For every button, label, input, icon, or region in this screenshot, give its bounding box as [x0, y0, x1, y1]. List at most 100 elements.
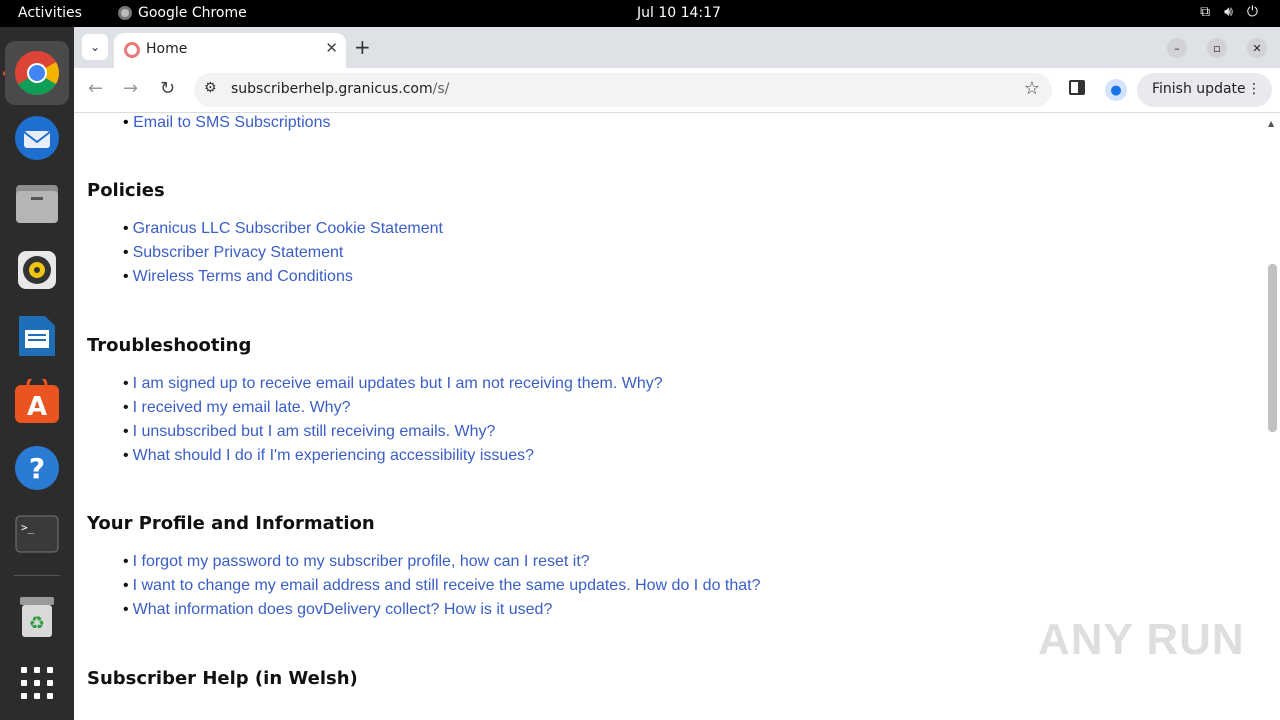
- browser-toolbar: ← → ↻ ⚙ subscriberhelp.granicus.com/s/ ☆…: [74, 68, 1280, 113]
- section-heading: Troubleshooting: [87, 335, 252, 356]
- section-troubleshooting: Troubleshooting • I am signed up to recei…: [87, 335, 663, 471]
- back-button[interactable]: ←: [88, 78, 103, 99]
- link-info-collected[interactable]: What information does govDelivery collec…: [133, 601, 553, 618]
- tab-home[interactable]: Home ✕: [114, 33, 346, 68]
- list-item: • I unsubscribed but I am still receiving…: [123, 423, 663, 447]
- thunderbird-icon: [15, 116, 59, 160]
- list-item: • What should I do if I'm experiencing ac…: [123, 447, 663, 471]
- tab-title: Home: [146, 41, 188, 57]
- list-item: • Subscriber Privacy Statement: [123, 244, 443, 268]
- dock-rhythmbox[interactable]: [5, 238, 69, 302]
- minimize-button[interactable]: –: [1167, 38, 1187, 58]
- bullet: •: [123, 114, 129, 131]
- url-host: subscriberhelp.granicus.com: [231, 81, 433, 97]
- trash-icon: ♻: [20, 597, 54, 637]
- system-tray[interactable]: ⧉ 🔊︎ ⏻: [1200, 4, 1258, 20]
- help-icon: ?: [15, 446, 59, 490]
- svg-text:♻: ♻: [29, 613, 45, 634]
- bullet: •: [123, 577, 129, 594]
- bullet: •: [123, 601, 129, 618]
- svg-text:>_: >_: [21, 521, 35, 534]
- minimize-icon: –: [1174, 41, 1180, 55]
- app-grid-icon: [21, 667, 53, 699]
- list-item: • I want to change my email address and s…: [123, 577, 761, 601]
- volume-icon: 🔊︎: [1224, 4, 1233, 20]
- bullet: •: [123, 375, 129, 392]
- link-not-receiving[interactable]: I am signed up to receive email updates …: [133, 375, 663, 392]
- maximize-icon: ▫: [1213, 41, 1221, 55]
- bullet: •: [123, 423, 129, 440]
- activities-button[interactable]: Activities: [18, 5, 82, 21]
- bullet: •: [123, 399, 129, 416]
- app-menu[interactable]: Google Chrome: [118, 5, 247, 21]
- close-window-button[interactable]: ✕: [1247, 38, 1267, 58]
- section-welsh: Subscriber Help (in Welsh): [87, 668, 358, 689]
- link-forgot-password[interactable]: I forgot my password to my subscriber pr…: [133, 553, 590, 570]
- finish-update-button[interactable]: Finish update ⋮: [1137, 73, 1272, 107]
- svg-text:A: A: [27, 392, 47, 422]
- scroll-thumb[interactable]: [1268, 264, 1277, 432]
- forward-button[interactable]: →: [123, 78, 138, 99]
- list-item: • I am signed up to receive email updates…: [123, 375, 663, 399]
- bullet: •: [123, 447, 129, 464]
- dock-files[interactable]: [5, 172, 69, 236]
- reload-button[interactable]: ↻: [160, 78, 175, 99]
- close-icon[interactable]: ✕: [325, 39, 338, 57]
- chrome-icon: [15, 51, 59, 95]
- new-tab-button[interactable]: +: [354, 35, 371, 59]
- dock-help[interactable]: ?: [5, 436, 69, 500]
- dock-app-center[interactable]: A: [5, 370, 69, 434]
- link-change-email[interactable]: I want to change my email address and st…: [133, 577, 761, 594]
- gnome-top-bar: Activities Google Chrome Jul 10 14:17 ⧉ …: [0, 0, 1280, 27]
- dock-terminal[interactable]: >_: [5, 502, 69, 566]
- maximize-button[interactable]: ▫: [1207, 38, 1227, 58]
- tab-strip: ⌄ Home ✕ + – ▫ ✕: [74, 27, 1280, 68]
- files-icon: [16, 185, 58, 223]
- section-profile: Your Profile and Information • I forgot m…: [87, 513, 761, 625]
- finish-update-label: Finish update: [1152, 81, 1246, 97]
- writer-icon: [19, 316, 55, 356]
- bullet: •: [123, 268, 129, 285]
- dock-app-grid[interactable]: [5, 651, 69, 715]
- app-center-icon: A: [15, 379, 59, 423]
- dock-trash[interactable]: ♻: [5, 585, 69, 649]
- dock-thunderbird[interactable]: [5, 106, 69, 170]
- terminal-icon: >_: [15, 515, 59, 553]
- app-name: Google Chrome: [138, 5, 247, 21]
- link-cookie-statement[interactable]: Granicus LLC Subscriber Cookie Statement: [133, 220, 443, 237]
- dock: A ? >_ ♻: [0, 27, 74, 720]
- list-item: • Wireless Terms and Conditions: [123, 268, 443, 292]
- link-wireless-terms[interactable]: Wireless Terms and Conditions: [133, 268, 353, 285]
- bullet: •: [123, 220, 129, 237]
- chrome-small-icon: [118, 6, 132, 20]
- scroll-up-icon[interactable]: ▲: [1268, 119, 1274, 128]
- watermark: ANY RUN: [1038, 615, 1245, 664]
- dock-separator: [14, 575, 60, 576]
- bullet: •: [123, 244, 129, 261]
- list-item: • I forgot my password to my subscriber p…: [123, 553, 761, 577]
- dock-writer[interactable]: [5, 304, 69, 368]
- list-item: • Granicus LLC Subscriber Cookie Statemen…: [123, 220, 443, 244]
- clock[interactable]: Jul 10 14:17: [637, 5, 721, 21]
- page-scrollbar[interactable]: ▲: [1265, 114, 1280, 720]
- section-policies: Policies • Granicus LLC Subscriber Cookie…: [87, 180, 443, 292]
- tab-search-button[interactable]: ⌄: [82, 34, 108, 60]
- profile-icon[interactable]: ●: [1105, 79, 1127, 101]
- bookmark-star-icon[interactable]: ☆: [1024, 78, 1040, 99]
- section-heading: Your Profile and Information: [87, 513, 375, 534]
- address-bar[interactable]: ⚙ subscriberhelp.granicus.com/s/ ☆: [194, 73, 1052, 107]
- network-icon: ⧉: [1200, 4, 1211, 20]
- side-panel-icon[interactable]: [1069, 80, 1085, 95]
- link-accessibility[interactable]: What should I do if I'm experiencing acc…: [133, 447, 534, 464]
- chevron-down-icon: ⌄: [89, 40, 101, 54]
- dock-chrome[interactable]: [5, 41, 69, 105]
- link-still-receiving[interactable]: I unsubscribed but I am still receiving …: [133, 423, 496, 440]
- link-email-to-sms[interactable]: Email to SMS Subscriptions: [133, 114, 330, 131]
- section-heading: Policies: [87, 180, 165, 201]
- link-privacy-statement[interactable]: Subscriber Privacy Statement: [133, 244, 344, 261]
- power-icon: ⏻: [1246, 4, 1258, 20]
- link-email-late[interactable]: I received my email late. Why?: [133, 399, 351, 416]
- site-info-icon[interactable]: ⚙: [204, 80, 217, 96]
- url-path: /s/: [432, 81, 450, 97]
- list-item: • I received my email late. Why?: [123, 399, 663, 423]
